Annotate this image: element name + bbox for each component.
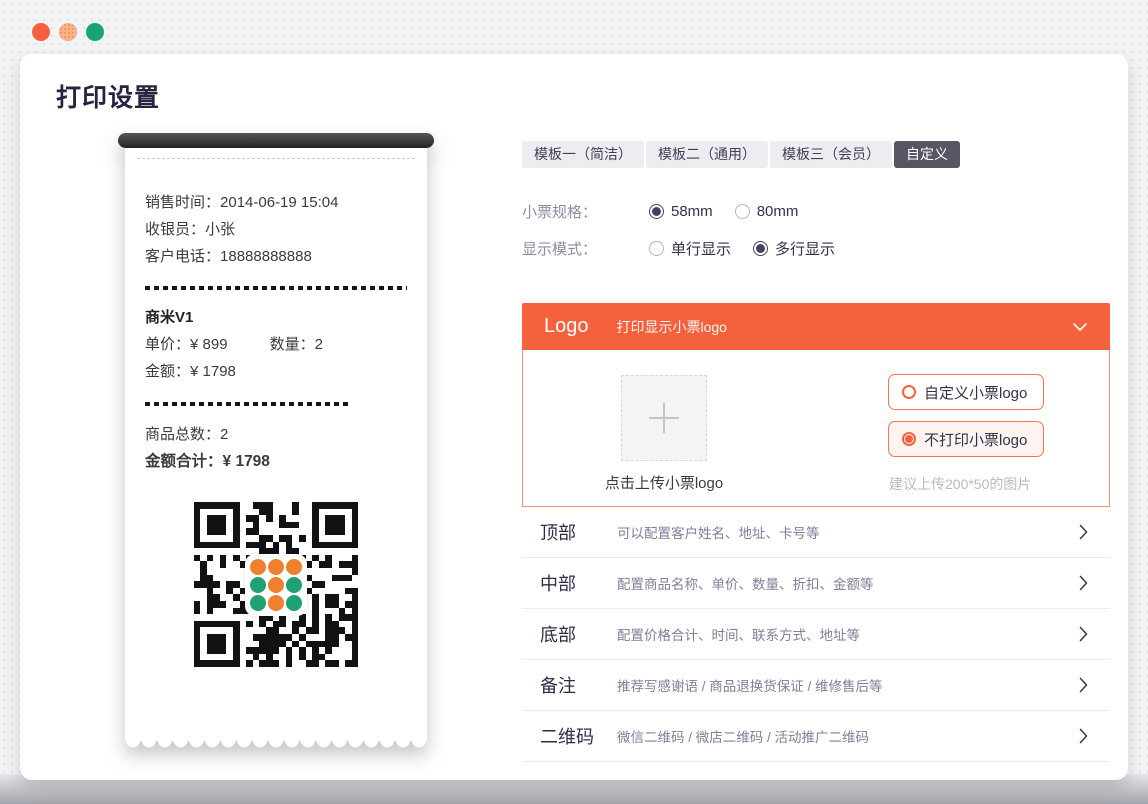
radio-single-line[interactable]: 单行显示 <box>649 238 731 259</box>
tab-template-3[interactable]: 模板三（会员） <box>770 141 892 168</box>
receipt-sale-time: 销售时间：2014-06-19 15:04 <box>145 189 407 216</box>
radio-selected-icon <box>753 241 768 256</box>
logo-section-body: 点击上传小票logo 自定义小票logo 不打印小票logo 建议上传200*5… <box>522 350 1110 507</box>
chevron-right-icon <box>1079 575 1088 591</box>
chevron-right-icon <box>1079 524 1088 540</box>
orange-dot-icon <box>250 559 266 575</box>
receipt-total-amount: 金额合计：¥ 1798 <box>145 448 407 475</box>
plus-icon <box>649 403 679 433</box>
tab-template-1[interactable]: 模板一（简洁） <box>522 141 644 168</box>
upload-caption: 点击上传小票logo <box>568 472 760 493</box>
green-dot-icon <box>286 577 302 593</box>
chevron-right-icon <box>1079 728 1088 744</box>
radio-unselected-icon <box>735 204 750 219</box>
radio-selected-icon <box>649 204 664 219</box>
tab-custom[interactable]: 自定义 <box>894 141 960 168</box>
page-title: 打印设置 <box>56 78 160 114</box>
receipt-tear-line <box>137 158 415 159</box>
window-close-icon[interactable] <box>32 23 50 41</box>
paper-spec-label: 小票规格： <box>522 201 649 222</box>
orange-dot-icon <box>268 577 284 593</box>
receipt-divider <box>145 286 407 290</box>
receipt-preview: 销售时间：2014-06-19 15:04 收银员：小张 客户电话：188888… <box>118 133 434 758</box>
radio-unselected-icon <box>649 241 664 256</box>
logo-section-subtitle: 打印显示小票logo <box>617 317 727 337</box>
section-row-top[interactable]: 顶部 可以配置客户姓名、地址、卡号等 <box>522 507 1110 558</box>
orange-dot-icon <box>268 595 284 611</box>
green-dot-icon <box>286 595 302 611</box>
receipt-paper: 销售时间：2014-06-19 15:04 收银员：小张 客户电话：188888… <box>125 140 427 741</box>
settings-panel: 模板一（简洁） 模板二（通用） 模板三（会员） 自定义 小票规格： 58mm 8… <box>522 141 1110 762</box>
orange-dot-icon <box>268 559 284 575</box>
radio-multi-line[interactable]: 多行显示 <box>753 238 835 259</box>
radio-unselected-icon <box>902 385 916 399</box>
radio-80mm[interactable]: 80mm <box>735 203 799 220</box>
receipt-phone: 客户电话：18888888888 <box>145 243 407 270</box>
section-list: 顶部 可以配置客户姓名、地址、卡号等 中部 配置商品名称、单价、数量、折扣、金额… <box>522 507 1110 762</box>
radio-58mm[interactable]: 58mm <box>649 203 713 220</box>
chevron-right-icon <box>1079 626 1088 642</box>
window-minimize-icon[interactable] <box>59 23 77 41</box>
receipt-item-name: 商米V1 <box>145 304 407 331</box>
printer-slot <box>118 133 434 148</box>
receipt-total-count: 商品总数：2 <box>145 421 407 448</box>
brand-logo-icon <box>245 554 307 616</box>
section-row-bottom[interactable]: 底部 配置价格合计、时间、联系方式、地址等 <box>522 609 1110 660</box>
display-mode-row: 显示模式： 单行显示 多行显示 <box>522 230 857 267</box>
green-dot-icon <box>250 595 266 611</box>
section-row-notes[interactable]: 备注 推荐写感谢语 / 商品退换货保证 / 维修售后等 <box>522 660 1110 711</box>
radio-selected-icon <box>902 432 916 446</box>
paper-spec-row: 小票规格： 58mm 80mm <box>522 193 857 230</box>
window-traffic-lights <box>32 23 104 41</box>
green-dot-icon <box>250 577 266 593</box>
logo-section-header[interactable]: Logo 打印显示小票logo <box>522 303 1110 350</box>
option-no-logo[interactable]: 不打印小票logo <box>888 421 1044 457</box>
logo-upload-box[interactable] <box>621 375 707 461</box>
template-tabs: 模板一（简洁） 模板二（通用） 模板三（会员） 自定义 <box>522 141 960 168</box>
qr-code <box>194 502 359 667</box>
print-settings-window: 打印设置 销售时间：2014-06-19 15:04 收银员：小张 客户电话：1… <box>20 54 1128 780</box>
upload-hint: 建议上传200*50的图片 <box>889 474 1031 494</box>
window-zoom-icon[interactable] <box>86 23 104 41</box>
chevron-right-icon <box>1079 677 1088 693</box>
section-row-qrcode[interactable]: 二维码 微信二维码 / 微店二维码 / 活动推广二维码 <box>522 711 1110 762</box>
section-row-middle[interactable]: 中部 配置商品名称、单价、数量、折扣、金额等 <box>522 558 1110 609</box>
display-mode-label: 显示模式： <box>522 238 649 259</box>
logo-section-title: Logo <box>544 315 589 338</box>
chevron-down-icon[interactable] <box>1072 322 1088 332</box>
option-custom-logo[interactable]: 自定义小票logo <box>888 374 1044 410</box>
orange-dot-icon <box>286 559 302 575</box>
form-rows: 小票规格： 58mm 80mm 显示模式： 单行显示 多行显示 <box>522 193 857 267</box>
receipt-cashier: 收银员：小张 <box>145 216 407 243</box>
receipt-divider <box>145 402 350 406</box>
receipt-price-row: 单价：¥ 899 数量：2 <box>145 331 407 358</box>
tab-template-2[interactable]: 模板二（通用） <box>646 141 768 168</box>
receipt-amount: 金额：¥ 1798 <box>145 358 407 385</box>
